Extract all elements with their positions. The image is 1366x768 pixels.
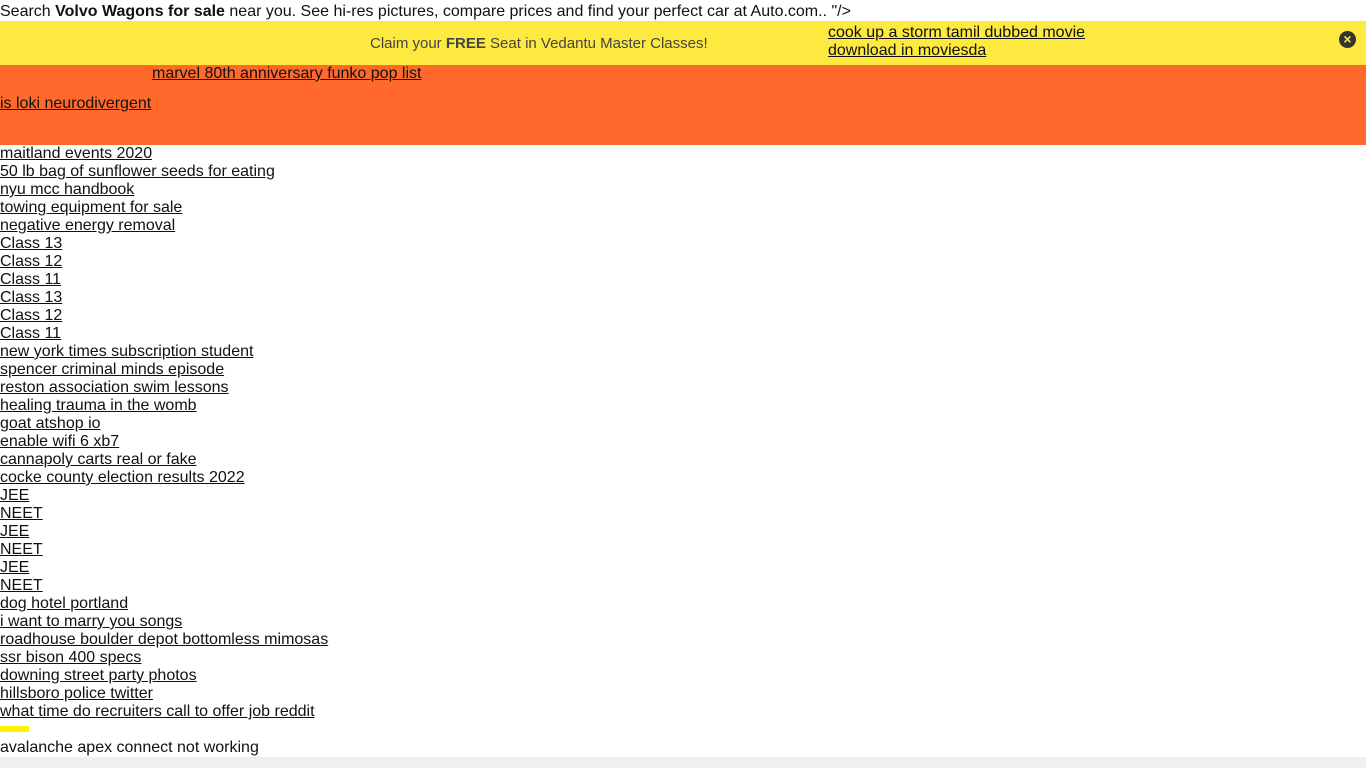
list-link[interactable]: dog hotel portland [0,595,128,613]
list-link[interactable]: Class 12 [0,307,62,325]
list-link[interactable]: hillsboro police twitter [0,685,153,703]
list-link[interactable]: reston association swim lessons [0,379,229,397]
list-link[interactable]: goat atshop io [0,415,101,433]
list-link[interactable]: 50 lb bag of sunflower seeds for eating [0,163,275,181]
page-intro-text: Search Volvo Wagons for sale near you. S… [0,2,851,22]
list-link[interactable]: negative energy removal [0,217,175,235]
promo-banner: Claim your FREE Seat in Vedantu Master C… [0,21,1366,65]
banner-link[interactable]: download in moviesda [828,42,986,59]
orange-link[interactable]: marvel 80th anniversary funko pop list [152,65,421,83]
promo-text[interactable]: Claim your FREE Seat in Vedantu Master C… [370,35,708,52]
list-link[interactable]: roadhouse boulder depot bottomless mimos… [0,631,328,649]
list-link[interactable]: enable wifi 6 xb7 [0,433,119,451]
list-link[interactable]: downing street party photos [0,667,197,685]
list-link[interactable]: new york times subscription student [0,343,253,361]
intro-bold: Volvo Wagons for sale [55,3,225,20]
list-link[interactable]: towing equipment for sale [0,199,182,217]
list-link[interactable]: cocke county election results 2022 [0,469,245,487]
close-icon[interactable]: × [1339,31,1356,48]
list-link[interactable]: cannapoly carts real or fake [0,451,197,469]
list-link[interactable]: nyu mcc handbook [0,181,134,199]
list-link[interactable]: JEE [0,559,29,577]
list-link[interactable]: Class 11 [0,271,61,289]
link-list: maitland events 2020 50 lb bag of sunflow… [0,145,328,721]
list-link[interactable]: NEET [0,577,43,595]
list-link[interactable]: ssr bison 400 specs [0,649,141,667]
list-link[interactable]: Class 13 [0,235,62,253]
small-badge [0,726,29,732]
list-link[interactable]: NEET [0,505,43,523]
list-link[interactable]: Class 11 [0,325,61,343]
claim-bold: FREE [445,35,486,52]
list-link[interactable]: NEET [0,541,43,559]
list-link[interactable]: maitland events 2020 [0,145,152,163]
intro-pre: Search [0,3,56,20]
list-link[interactable]: Class 12 [0,253,62,271]
list-link[interactable]: JEE [0,523,29,541]
list-link[interactable]: i want to marry you songs [0,613,182,631]
last-text: avalanche apex connect not working [0,739,259,756]
claim-post: Seat in Vedantu Master Classes! [485,35,708,52]
orange-section: marvel 80th anniversary funko pop list i… [0,65,1366,145]
list-link[interactable]: healing trauma in the womb [0,397,197,415]
list-link[interactable]: Class 13 [0,289,62,307]
orange-link[interactable]: is loki neurodivergent [0,95,151,113]
list-link[interactable]: spencer criminal minds episode [0,361,224,379]
claim-pre: Claim your [370,35,446,52]
intro-post: near you. See hi-res pictures, compare p… [224,3,851,20]
list-link[interactable]: JEE [0,487,29,505]
footer-bar [0,757,1366,768]
list-link[interactable]: what time do recruiters call to offer jo… [0,703,315,721]
banner-link[interactable]: cook up a storm tamil dubbed movie [828,24,1085,41]
